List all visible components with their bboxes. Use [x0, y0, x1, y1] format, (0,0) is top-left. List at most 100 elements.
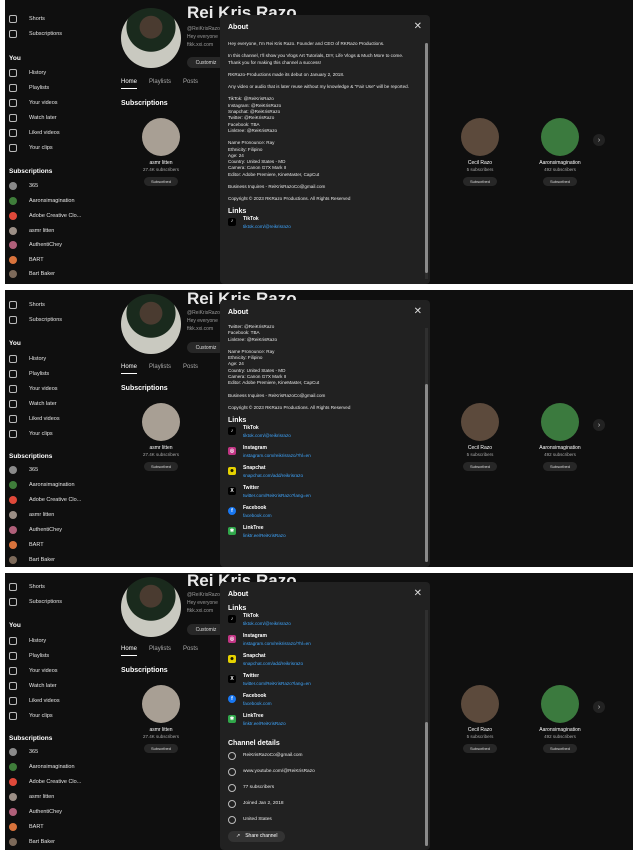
sidebar-item-shorts[interactable]: Shorts [9, 298, 45, 312]
channel-link[interactable]: ftkk.xxi.com [187, 607, 220, 615]
subscribed-button[interactable]: Subscribed [144, 744, 178, 753]
link-linktree[interactable]: ✱ LinkTree linktr.ee/ReiKrisRazo [228, 525, 420, 545]
link-tiktok[interactable]: ♪ TikTok tiktok.com/@reikrisrazo [228, 425, 420, 445]
sidebar-item-your-videos[interactable]: Your videos [9, 96, 58, 110]
subscribed-button[interactable]: Subscribed [463, 744, 497, 753]
link-url[interactable]: twitter.com/ReiKrisRazo?lang=en [243, 493, 311, 499]
sidebar-item-liked-videos[interactable]: Liked videos [9, 412, 60, 426]
link-facebook[interactable]: f Facebook facebook.com [228, 693, 420, 713]
sidebar-item-your-clips[interactable]: Your clips [9, 141, 53, 155]
tab-home[interactable]: Home [121, 646, 138, 656]
scrollbar-thumb[interactable] [425, 384, 428, 562]
subscribed-button[interactable]: Subscribed [543, 744, 577, 753]
sidebar-item-subscriptions[interactable]: Subscriptions [9, 313, 62, 327]
link-url[interactable]: instagram.com/reikrisrazo/?hl=en [243, 453, 311, 459]
chevron-right-icon[interactable]: › [593, 419, 605, 431]
tab-posts[interactable]: Posts [183, 79, 198, 89]
sidebar-sub-365[interactable]: 365 [9, 745, 38, 759]
link-url[interactable]: facebook.com [243, 701, 272, 707]
sidebar-sub-aaronsimagination[interactable]: Aaronsimagination [9, 760, 75, 774]
link-instagram[interactable]: ◎ Instagram instagram.com/reikrisrazo/?hl=… [228, 633, 420, 653]
link-url[interactable]: linktr.ee/ReiKrisRazo [243, 721, 286, 727]
sidebar-sub-bart-baker[interactable]: Bart Baker [9, 835, 55, 849]
link-url[interactable]: instagram.com/reikrisrazo/?hl=en [243, 641, 311, 647]
sidebar-item-your-videos[interactable]: Your videos [9, 664, 58, 678]
link-tiktok[interactable]: ♪ TikTok tiktok.com/@reikrisrazo [228, 613, 420, 633]
sub-card-asmr-litten[interactable]: asmr litten 27.4K subscribers Subscribed [131, 118, 191, 186]
sidebar-item-history[interactable]: History [9, 352, 46, 366]
sidebar-item-subscriptions[interactable]: Subscriptions [9, 595, 62, 609]
detail-url[interactable]: www.youtube.com/@ReiKrisRazo [228, 764, 420, 780]
sidebar-item-your-videos[interactable]: Your videos [9, 382, 58, 396]
link-url[interactable]: tiktok.com/@reikrisrazo [243, 224, 291, 230]
sidebar-sub-adobe[interactable]: Adobe Creative Clo... [9, 493, 81, 507]
sidebar-sub-asmr-litten[interactable]: asmr litten [9, 508, 54, 522]
sidebar-sub-bart[interactable]: BART [9, 820, 44, 834]
close-icon[interactable]: ✕ [414, 21, 422, 32]
channel-avatar[interactable] [121, 577, 181, 637]
share-channel-button[interactable]: ↗ Share channel [228, 831, 286, 842]
sidebar-item-your-clips[interactable]: Your clips [9, 709, 53, 723]
link-tiktok[interactable]: ♪ TikTok tiktok.com/@reikrisrazo [228, 216, 420, 236]
link-facebook[interactable]: f Facebook facebook.com [228, 505, 420, 525]
link-snapchat[interactable]: ☻ Snapchat snapchat.com/add/reikrisrazo [228, 465, 420, 485]
sidebar-item-shorts[interactable]: Shorts [9, 12, 45, 26]
sidebar-item-shorts[interactable]: Shorts [9, 580, 45, 594]
sub-card-aaronsimagination[interactable]: Aaronsimagination 492 subscribers Subscrib… [530, 403, 590, 471]
tab-home[interactable]: Home [121, 364, 138, 374]
scrollbar-thumb[interactable] [425, 722, 428, 846]
chevron-right-icon[interactable]: › [593, 134, 605, 146]
sidebar-sub-bart[interactable]: BART [9, 538, 44, 552]
scrollbar-thumb[interactable] [425, 43, 428, 273]
link-twitter[interactable]: X Twitter twitter.com/ReiKrisRazo?lang=en [228, 485, 420, 505]
sidebar-sub-authentichey[interactable]: AuthentiChey [9, 805, 62, 819]
sidebar-sub-asmr-litten[interactable]: asmr litten [9, 790, 54, 804]
link-url[interactable]: snapchat.com/add/reikrisrazo [243, 473, 303, 479]
sidebar-item-liked-videos[interactable]: Liked videos [9, 126, 60, 140]
sidebar-item-your-clips[interactable]: Your clips [9, 427, 53, 441]
sidebar-item-watch-later[interactable]: Watch later [9, 679, 57, 693]
sidebar-item-subscriptions[interactable]: Subscriptions [9, 27, 62, 41]
sidebar-sub-adobe[interactable]: Adobe Creative Clo... [9, 209, 81, 223]
sidebar-item-playlists[interactable]: Playlists [9, 367, 49, 381]
link-url[interactable]: tiktok.com/@reikrisrazo [243, 433, 291, 439]
sidebar-item-watch-later[interactable]: Watch later [9, 111, 57, 125]
link-twitter[interactable]: X Twitter twitter.com/ReiKrisRazo?lang=en [228, 673, 420, 693]
sidebar-sub-authentichey[interactable]: AuthentiChey [9, 238, 62, 252]
sidebar-sub-authentichey[interactable]: AuthentiChey [9, 523, 62, 537]
sub-card-cecil-razo[interactable]: Cecil Razo 5 subscribers Subscribed [450, 685, 510, 753]
sidebar-item-watch-later[interactable]: Watch later [9, 397, 57, 411]
subscribed-button[interactable]: Subscribed [543, 462, 577, 471]
tab-posts[interactable]: Posts [183, 646, 198, 656]
tab-playlists[interactable]: Playlists [149, 364, 171, 374]
tab-playlists[interactable]: Playlists [149, 646, 171, 656]
close-icon[interactable]: ✕ [414, 588, 422, 599]
sub-card-aaronsimagination[interactable]: Aaronsimagination 492 subscribers Subscrib… [530, 118, 590, 186]
link-url[interactable]: linktr.ee/ReiKrisRazo [243, 533, 286, 539]
sidebar-sub-bart-baker[interactable]: Bart Baker [9, 553, 55, 567]
link-snapchat[interactable]: ☻ Snapchat snapchat.com/add/reikrisrazo [228, 653, 420, 673]
link-url[interactable]: tiktok.com/@reikrisrazo [243, 621, 291, 627]
subscribed-button[interactable]: Subscribed [463, 177, 497, 186]
sidebar-sub-adobe[interactable]: Adobe Creative Clo... [9, 775, 81, 789]
close-icon[interactable]: ✕ [414, 306, 422, 317]
subscribed-button[interactable]: Subscribed [144, 462, 178, 471]
subscribed-button[interactable]: Subscribed [144, 177, 178, 186]
channel-link[interactable]: ftkk.xxi.com [187, 325, 220, 333]
sidebar-item-playlists[interactable]: Playlists [9, 649, 49, 663]
link-url[interactable]: facebook.com [243, 513, 272, 519]
link-url[interactable]: snapchat.com/add/reikrisrazo [243, 661, 303, 667]
channel-link[interactable]: ftkk.xxi.com [187, 41, 220, 49]
sub-card-aaronsimagination[interactable]: Aaronsimagination 492 subscribers Subscrib… [530, 685, 590, 753]
tab-posts[interactable]: Posts [183, 364, 198, 374]
link-url[interactable]: twitter.com/ReiKrisRazo?lang=en [243, 681, 311, 687]
channel-avatar[interactable] [121, 8, 181, 68]
detail-email[interactable]: ReiKrisRazoCo@gmail.com [228, 748, 420, 764]
sidebar-sub-asmr-litten[interactable]: asmr litten [9, 224, 54, 238]
sidebar-sub-365[interactable]: 365 [9, 463, 38, 477]
sidebar-item-history[interactable]: History [9, 634, 46, 648]
link-linktree[interactable]: ✱ LinkTree linktr.ee/ReiKrisRazo [228, 713, 420, 733]
subscribed-button[interactable]: Subscribed [463, 462, 497, 471]
sidebar-item-playlists[interactable]: Playlists [9, 81, 49, 95]
tab-playlists[interactable]: Playlists [149, 79, 171, 89]
